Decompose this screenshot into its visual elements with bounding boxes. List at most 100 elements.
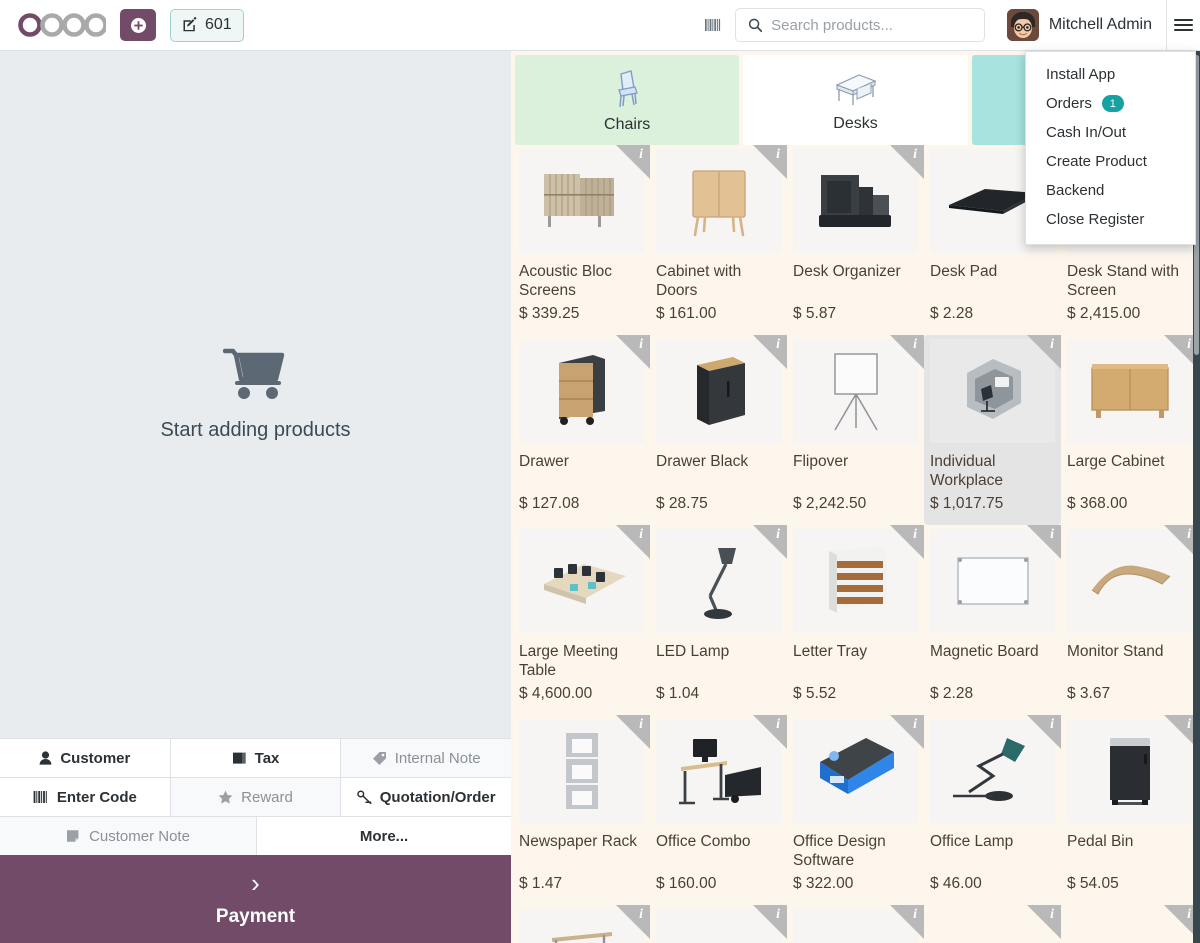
- tax-button[interactable]: Tax: [170, 739, 342, 777]
- product-card[interactable]: i Large Meeting Table $ 4,600.00: [513, 525, 650, 715]
- product-info-corner[interactable]: [890, 905, 924, 939]
- payment-button[interactable]: › Payment: [0, 855, 511, 943]
- product-name: Desk Pad: [930, 263, 998, 280]
- person-icon: [39, 751, 52, 765]
- product-info-corner[interactable]: [616, 905, 650, 939]
- empty-order-placeholder: Start adding products: [0, 51, 511, 738]
- tax-button-label: Tax: [254, 749, 280, 767]
- product-card[interactable]: i LED Lamp $ 1.04: [650, 525, 787, 715]
- product-card[interactable]: i Monitor Stand $ 3.67: [1061, 525, 1198, 715]
- customer-note-button[interactable]: Customer Note: [0, 817, 257, 855]
- product-info-corner[interactable]: [753, 905, 787, 939]
- link-icon: [357, 790, 372, 804]
- quotation-order-button[interactable]: Quotation/Order: [341, 778, 512, 816]
- barcode-icon[interactable]: [690, 17, 735, 33]
- product-info-corner[interactable]: [753, 145, 787, 179]
- drawer-black-image: [696, 357, 745, 425]
- product-info-corner[interactable]: [1027, 335, 1061, 369]
- product-card[interactable]: i: [1061, 905, 1198, 943]
- order-panel: Start adding products Customer Tax Inter…: [0, 51, 512, 943]
- product-info-corner[interactable]: [1027, 905, 1061, 939]
- product-card[interactable]: i Pedal Bin $ 54.05: [1061, 715, 1198, 905]
- barcode-glyph-icon: [704, 19, 720, 31]
- info-icon: i: [639, 717, 643, 732]
- product-price: $ 2.28: [930, 685, 974, 702]
- product-card[interactable]: i Drawer $ 127.08: [513, 335, 650, 525]
- menu-item-orders[interactable]: Orders 1: [1026, 89, 1195, 118]
- rail-shelf-image: [551, 932, 612, 943]
- product-card[interactable]: i Office Lamp $ 46.00: [924, 715, 1061, 905]
- product-card[interactable]: i Cabinet with Doors $ 161.00: [650, 145, 787, 335]
- product-info-corner[interactable]: [1027, 715, 1061, 749]
- customer-button[interactable]: Customer: [0, 739, 171, 777]
- product-card[interactable]: i Individual Workplace $ 1,017.75: [924, 335, 1061, 525]
- product-card[interactable]: i Large Cabinet $ 368.00: [1061, 335, 1198, 525]
- product-card[interactable]: i Flipover $ 2,242.50: [787, 335, 924, 525]
- category-tab-chairs[interactable]: Chairs: [515, 55, 740, 145]
- menu-item-install-app[interactable]: Install App: [1026, 60, 1195, 89]
- product-card[interactable]: i Letter Tray $ 5.52: [787, 525, 924, 715]
- product-name: Magnetic Board: [930, 643, 1039, 660]
- search-input[interactable]: [771, 16, 972, 34]
- more-button-label: More...: [359, 827, 409, 845]
- odoo-logo[interactable]: [18, 10, 106, 40]
- product-info-corner[interactable]: [753, 335, 787, 369]
- reward-button[interactable]: Reward: [170, 778, 342, 816]
- info-icon: i: [1050, 337, 1054, 352]
- product-card[interactable]: i Office Combo $ 160.00: [650, 715, 787, 905]
- product-info-corner[interactable]: [616, 715, 650, 749]
- product-card[interactable]: i Acoustic Bloc Screens $ 339.25: [513, 145, 650, 335]
- product-price: $ 3.67: [1067, 685, 1111, 702]
- navbar-right-group: Mitchell Admin: [690, 0, 1200, 51]
- search-bar[interactable]: [734, 8, 985, 42]
- menu-item-create-product[interactable]: Create Product: [1026, 147, 1195, 176]
- menu-item-close-register[interactable]: Close Register: [1026, 205, 1195, 234]
- category-tab-label: Chairs: [604, 116, 651, 133]
- product-card[interactable]: i: [787, 905, 924, 943]
- info-icon: i: [913, 527, 917, 542]
- product-card[interactable]: i Virtual Interior Design: [650, 905, 787, 943]
- info-icon: i: [1187, 527, 1191, 542]
- product-card[interactable]: i Virtual Home Staging: [513, 905, 650, 943]
- category-tab-desks[interactable]: Desks: [743, 55, 968, 145]
- product-info-corner[interactable]: [890, 145, 924, 179]
- enter-code-button[interactable]: Enter Code: [0, 778, 171, 816]
- product-info-corner[interactable]: [890, 715, 924, 749]
- product-price: $ 1.04: [656, 685, 700, 702]
- info-icon: i: [913, 717, 917, 732]
- product-info-corner[interactable]: [890, 335, 924, 369]
- info-icon: i: [1187, 717, 1191, 732]
- menu-item-backend[interactable]: Backend: [1026, 176, 1195, 205]
- order-number-button[interactable]: 601: [170, 8, 244, 42]
- internal-note-button[interactable]: Internal Note: [341, 739, 512, 777]
- product-info-corner[interactable]: [1027, 525, 1061, 559]
- product-price: $ 5.52: [793, 685, 837, 702]
- product-card[interactable]: i Magnetic Board $ 2.28: [924, 525, 1061, 715]
- monitor-stand-image: [1091, 565, 1170, 595]
- order-actions-row-1: Customer Tax Internal Note: [0, 738, 512, 777]
- user-menu[interactable]: Mitchell Admin: [1006, 9, 1152, 41]
- more-button[interactable]: More...: [257, 817, 511, 855]
- product-card[interactable]: i Desk Organizer $ 5.87: [787, 145, 924, 335]
- product-info-corner[interactable]: [616, 145, 650, 179]
- menu-item-label: Cash In/Out: [1046, 124, 1127, 141]
- hamburger-menu-icon[interactable]: [1166, 0, 1200, 51]
- drawer-wood-image: [558, 355, 605, 425]
- product-card[interactable]: i Drawer Black $ 28.75: [650, 335, 787, 525]
- product-card[interactable]: i Office Design Software $ 322.00: [787, 715, 924, 905]
- product-card[interactable]: i Newspaper Rack $ 1.47: [513, 715, 650, 905]
- new-order-button[interactable]: [120, 9, 156, 41]
- reward-button-label: Reward: [241, 788, 293, 806]
- barcode-icon: [33, 791, 47, 803]
- product-info-corner[interactable]: [616, 525, 650, 559]
- menu-item-label: Backend: [1046, 182, 1105, 199]
- product-info-corner[interactable]: [890, 525, 924, 559]
- product-card[interactable]: i: [924, 905, 1061, 943]
- product-info-corner[interactable]: [753, 715, 787, 749]
- product-info-corner[interactable]: [753, 525, 787, 559]
- menu-item-cash-in-out[interactable]: Cash In/Out: [1026, 118, 1195, 147]
- odoo-logo-icon: [18, 13, 106, 37]
- product-name: Letter Tray: [793, 643, 868, 660]
- product-info-corner[interactable]: [616, 335, 650, 369]
- order-number-label: 601: [205, 16, 232, 33]
